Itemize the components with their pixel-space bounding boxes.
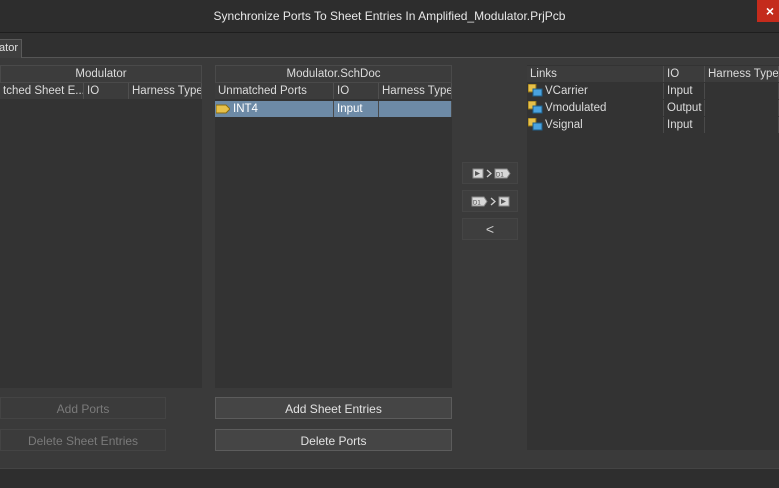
link-harness-cell: [705, 83, 779, 99]
port-harness-cell: [379, 101, 452, 117]
link-io-cell: Input: [664, 117, 705, 133]
link-io-cell: Output: [664, 100, 705, 116]
table-row[interactable]: Vmodulated Output: [527, 100, 779, 116]
column-header-io[interactable]: IO: [334, 83, 379, 99]
table-row[interactable]: Vsignal Input: [527, 117, 779, 133]
link-icon: [528, 101, 543, 114]
port-name-cell: INT4: [215, 101, 334, 117]
svg-text:D1: D1: [473, 201, 481, 207]
links-panel: Links IO Harness Type VCarrier Input Vmo…: [527, 65, 779, 450]
column-header-unmatched-ports[interactable]: Unmatched Ports: [215, 83, 334, 99]
column-header-io[interactable]: IO: [84, 83, 129, 99]
column-header-unmatched-entries[interactable]: tched Sheet E...: [0, 83, 84, 99]
chevron-left-icon: <: [485, 221, 495, 237]
link-harness-cell: [705, 100, 779, 116]
tab-modulator[interactable]: ator: [0, 39, 22, 58]
ports-panel: Modulator.SchDoc Unmatched Ports IO Harn…: [215, 65, 452, 388]
table-row[interactable]: INT4 Input: [215, 101, 452, 117]
link-name: Vsignal: [545, 119, 583, 131]
link-name-cell: VCarrier: [527, 83, 664, 99]
link-name: Vmodulated: [545, 102, 607, 114]
link-io-cell: Input: [664, 83, 705, 99]
tab-label: ator: [0, 42, 18, 54]
port-icon: [216, 104, 230, 114]
tab-strip: ator: [0, 33, 779, 58]
port-name: INT4: [233, 103, 258, 115]
link-entry-to-port-button[interactable]: D1: [462, 190, 518, 212]
entry-to-port-link-icon: D1: [471, 196, 510, 207]
status-bar: [0, 468, 779, 488]
link-port-to-entry-button[interactable]: D1: [462, 162, 518, 184]
title-bar: Synchronize Ports To Sheet Entries In Am…: [0, 0, 779, 33]
link-icon: [528, 118, 543, 131]
sheet-entries-panel: Modulator tched Sheet E... IO Harness Ty…: [0, 65, 202, 388]
port-to-entry-link-icon: D1: [472, 168, 511, 179]
column-header-harness-type[interactable]: Harness Type: [379, 83, 452, 99]
column-header-io[interactable]: IO: [664, 66, 705, 82]
add-sheet-entries-button[interactable]: Add Sheet Entries: [215, 397, 452, 419]
window-title: Synchronize Ports To Sheet Entries In Am…: [213, 9, 566, 23]
column-header-links[interactable]: Links: [527, 66, 664, 82]
close-button[interactable]: ×: [757, 0, 779, 22]
delete-sheet-entries-button[interactable]: Delete Sheet Entries: [0, 429, 166, 451]
column-header-harness-type[interactable]: Harness Type: [129, 83, 202, 99]
link-name-cell: Vmodulated: [527, 100, 664, 116]
add-ports-button[interactable]: Add Ports: [0, 397, 166, 419]
unlink-button[interactable]: <: [462, 218, 518, 240]
column-header-harness-type[interactable]: Harness Type: [705, 66, 779, 82]
table-row[interactable]: VCarrier Input: [527, 83, 779, 99]
port-io-cell: Input: [334, 101, 379, 117]
link-icon: [528, 84, 543, 97]
link-name: VCarrier: [545, 85, 588, 97]
ports-panel-header: Modulator.SchDoc: [215, 65, 452, 83]
sheet-entries-panel-header: Modulator: [0, 65, 202, 83]
link-name-cell: Vsignal: [527, 117, 664, 133]
link-harness-cell: [705, 117, 779, 133]
delete-ports-button[interactable]: Delete Ports: [215, 429, 452, 451]
svg-text:D1: D1: [496, 173, 504, 179]
